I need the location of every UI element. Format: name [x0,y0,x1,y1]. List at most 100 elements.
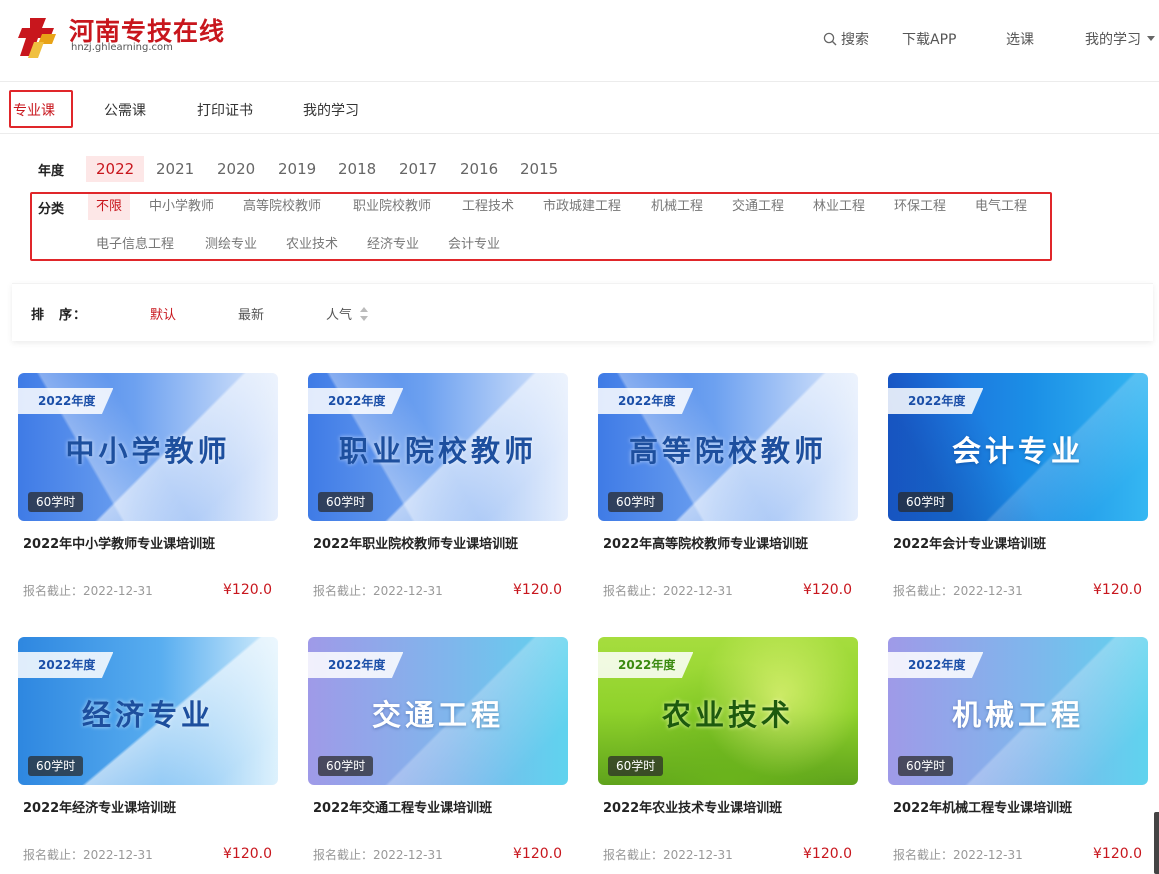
course-card[interactable]: 2022年度 交通工程 60学时 2022年交通工程专业课培训班 报名截止：20… [308,637,568,867]
category-option[interactable]: 农业技术 [278,232,346,258]
thumbnail-title: 职业院校教师 [338,434,537,468]
hours-badge: 60学时 [898,492,954,512]
sort-popularity-label: 人气 [326,308,353,323]
sort-popularity[interactable]: 人气 [326,304,369,323]
thumbnail-title: 交通工程 [371,698,504,732]
thumbnail-title: 经济专业 [81,698,214,732]
course-title[interactable]: 2022年高等院校教师专业课培训班 [603,533,808,552]
course-title[interactable]: 2022年中小学教师专业课培训班 [23,533,215,552]
category-option[interactable]: 电子信息工程 [88,232,182,258]
course-title[interactable]: 2022年经济专业课培训班 [23,797,176,816]
enroll-deadline: 报名截止：2022-12-31 [603,848,733,862]
course-price: ¥120.0 [513,846,562,862]
thumbnail-title: 中小学教师 [65,434,231,468]
logo-mark-icon [18,18,56,58]
thumbnail-title: 高等院校教师 [628,434,827,468]
year-badge: 2022年度 [888,388,984,414]
enroll-deadline: 报名截止：2022-12-31 [23,584,153,598]
search-icon [823,32,837,46]
category-option-all[interactable]: 不限 [88,194,131,220]
tab-print-certificate[interactable]: 打印证书 [197,100,253,120]
hours-badge: 60学时 [28,492,84,512]
my-study-menu[interactable]: 我的学习 [1085,29,1156,49]
category-filter-label: 分类 [38,202,65,217]
year-option-2016[interactable]: 2016 [450,156,508,182]
year-option-2018[interactable]: 2018 [328,156,386,182]
course-card[interactable]: 2022年度 会计专业 60学时 2022年会计专业课培训班 报名截止：2022… [888,373,1148,603]
course-card[interactable]: 2022年度 经济专业 60学时 2022年经济专业课培训班 报名截止：2022… [18,637,278,867]
year-option-2021[interactable]: 2021 [146,156,204,182]
year-badge: 2022年度 [308,388,404,414]
course-price: ¥120.0 [1093,846,1142,862]
enroll-deadline: 报名截止：2022-12-31 [23,848,153,862]
category-option[interactable]: 市政城建工程 [535,194,629,220]
enroll-deadline: 报名截止：2022-12-31 [893,848,1023,862]
sort-bar: 排 序： 默认 最新 人气 [12,283,1153,341]
page-scrollbar[interactable] [1154,812,1159,874]
category-option[interactable]: 中小学教师 [141,194,222,220]
course-thumbnail: 2022年度 高等院校教师 60学时 [598,373,858,521]
course-title[interactable]: 2022年会计专业课培训班 [893,533,1046,552]
caret-down-icon [1147,36,1156,41]
tab-public[interactable]: 公需课 [104,100,146,120]
course-card[interactable]: 2022年度 职业院校教师 60学时 2022年职业院校教师专业课培训班 报名截… [308,373,568,603]
year-option-2015[interactable]: 2015 [510,156,568,182]
course-thumbnail: 2022年度 农业技术 60学时 [598,637,858,785]
course-price: ¥120.0 [1093,582,1142,598]
course-type-tabs: 专业课 公需课 打印证书 我的学习 [0,82,1159,134]
course-title[interactable]: 2022年交通工程专业课培训班 [313,797,492,816]
year-badge: 2022年度 [18,652,114,678]
category-option[interactable]: 电气工程 [967,194,1035,220]
search-link[interactable]: 搜索 [823,29,869,49]
hours-badge: 60学时 [318,756,374,776]
thumbnail-title: 会计专业 [951,434,1084,468]
year-badge: 2022年度 [308,652,404,678]
brand-domain: hnzj.ghlearning.com [71,42,173,53]
tab-my-study[interactable]: 我的学习 [303,100,359,120]
sort-label: 排 序： [31,308,88,323]
year-option-2017[interactable]: 2017 [389,156,447,182]
site-logo[interactable]: 河南专技在线 hnzj.ghlearning.com [16,12,246,60]
year-option-2022[interactable]: 2022 [86,156,145,182]
search-label: 搜索 [841,32,869,48]
year-option-2019[interactable]: 2019 [268,156,326,182]
year-option-2020[interactable]: 2020 [207,156,265,182]
enroll-deadline: 报名截止：2022-12-31 [313,848,443,862]
enroll-deadline: 报名截止：2022-12-31 [603,584,733,598]
hours-badge: 60学时 [318,492,374,512]
category-option[interactable]: 职业院校教师 [345,194,439,220]
course-thumbnail: 2022年度 交通工程 60学时 [308,637,568,785]
course-price: ¥120.0 [223,582,272,598]
course-card[interactable]: 2022年度 机械工程 60学时 2022年机械工程专业课培训班 报名截止：20… [888,637,1148,867]
course-title[interactable]: 2022年机械工程专业课培训班 [893,797,1072,816]
category-option[interactable]: 交通工程 [724,194,792,220]
select-course-link[interactable]: 选课 [1006,29,1034,49]
category-option[interactable]: 工程技术 [454,194,522,220]
thumbnail-title: 农业技术 [661,698,794,732]
category-option[interactable]: 高等院校教师 [235,194,329,220]
thumbnail-title: 机械工程 [951,698,1084,732]
category-option[interactable]: 经济专业 [359,232,427,258]
course-card[interactable]: 2022年度 农业技术 60学时 2022年农业技术专业课培训班 报名截止：20… [598,637,858,867]
category-option[interactable]: 林业工程 [805,194,873,220]
sort-newest[interactable]: 最新 [238,304,264,323]
year-filter-label: 年度 [38,164,65,179]
course-price: ¥120.0 [803,846,852,862]
hours-badge: 60学时 [608,492,664,512]
course-card[interactable]: 2022年度 高等院校教师 60学时 2022年高等院校教师专业课培训班 报名截… [598,373,858,603]
sort-default[interactable]: 默认 [150,304,176,323]
category-option[interactable]: 会计专业 [440,232,508,258]
course-title[interactable]: 2022年农业技术专业课培训班 [603,797,782,816]
category-option[interactable]: 测绘专业 [197,232,265,258]
category-option[interactable]: 环保工程 [886,194,954,220]
sort-arrows-icon [360,307,369,321]
category-option[interactable]: 机械工程 [643,194,711,220]
tab-professional[interactable]: 专业课 [13,100,55,120]
course-card[interactable]: 2022年度 中小学教师 60学时 2022年中小学教师专业课培训班 报名截止：… [18,373,278,603]
download-app-link[interactable]: 下载APP [902,29,956,49]
year-badge: 2022年度 [598,388,694,414]
hours-badge: 60学时 [28,756,84,776]
enroll-deadline: 报名截止：2022-12-31 [313,584,443,598]
course-price: ¥120.0 [223,846,272,862]
course-title[interactable]: 2022年职业院校教师专业课培训班 [313,533,518,552]
